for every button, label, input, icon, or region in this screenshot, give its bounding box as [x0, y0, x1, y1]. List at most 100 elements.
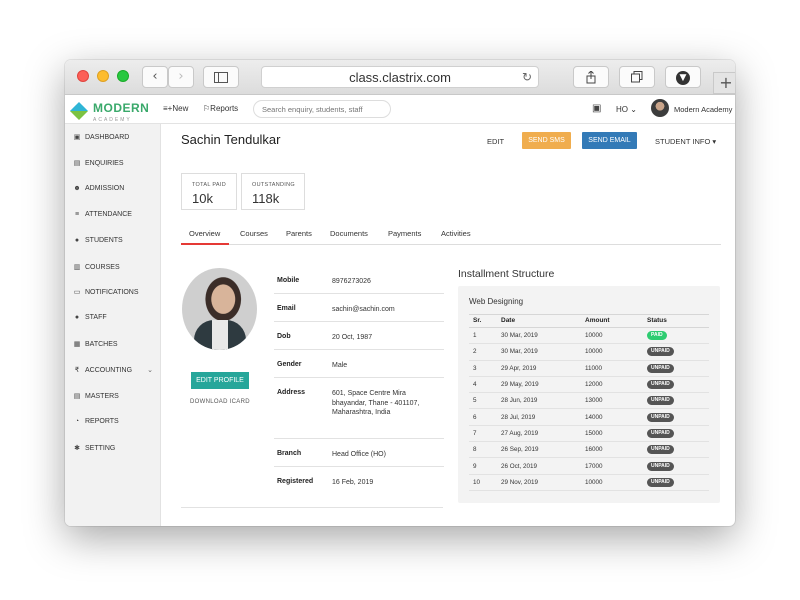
tab-courses[interactable]: Courses — [240, 229, 268, 238]
cell-date: 29 Apr, 2019 — [497, 360, 581, 377]
tab-overview[interactable]: Overview — [189, 229, 220, 238]
cell-status: UNPAID — [643, 474, 709, 491]
edit-button[interactable]: EDIT — [487, 137, 504, 146]
status-badge: UNPAID — [647, 380, 674, 390]
sidebar-item-batches[interactable]: ▦ BATCHES — [73, 340, 157, 349]
outstanding-card: OUTSTANDING 118k — [241, 173, 305, 210]
sidebar-item-admission[interactable]: ☻ ADMISSION — [73, 185, 157, 192]
sidebar-item-label: COURSES — [85, 263, 120, 271]
logo-subtext: ACADEMY — [93, 117, 132, 123]
chevron-down-icon: ⌄ — [630, 105, 637, 114]
table-row: 4 29 May, 2019 12000 UNPAID — [469, 376, 709, 394]
detail-label: Address — [277, 389, 306, 396]
sidebar-item-label: ENQUIRIES — [85, 159, 124, 167]
outstanding-value: 118k — [252, 191, 280, 206]
cell-sr: 3 — [469, 360, 497, 377]
cell-status: UNPAID — [643, 376, 709, 394]
sidebar-item-notifications[interactable]: ▭ NOTIFICATIONS — [73, 288, 157, 297]
cell-amount: 10000 — [581, 343, 643, 361]
edit-profile-button[interactable]: EDIT PROFILE — [191, 372, 249, 389]
maximize-window-button[interactable] — [117, 70, 129, 82]
column-header: Sr. — [469, 314, 497, 328]
cell-amount: 16000 — [581, 441, 643, 459]
branch-selector[interactable]: HO ⌄ — [616, 105, 637, 114]
installment-panel: Web Designing Sr. Date Amount Status 1 30… — [458, 286, 720, 503]
cell-date: 30 Mar, 2019 — [497, 343, 581, 361]
sidebar-item-setting[interactable]: ✱ SETTING — [73, 444, 157, 453]
sidebar-item-students[interactable]: ● STUDENTS — [73, 237, 157, 244]
sidebar-item-courses[interactable]: ▥ COURSES — [73, 263, 157, 272]
detail-label: Branch — [277, 450, 302, 457]
detail-label: Mobile — [277, 277, 300, 284]
sidebar-item-staff[interactable]: ● STAFF — [73, 314, 157, 321]
sidebar-item-enquiries[interactable]: ▤ ENQUIRIES — [73, 159, 157, 168]
student-info-dropdown[interactable]: STUDENT INFO ▾ — [655, 137, 716, 146]
new-menu[interactable]: ≡+New — [163, 104, 188, 113]
sidebar-item-reports[interactable]: ◔ REPORTS — [73, 418, 157, 425]
download-icard-link[interactable]: DOWNLOAD ICARD — [190, 399, 250, 405]
cell-amount: 14000 — [581, 408, 643, 426]
installment-rows: 1 30 Mar, 2019 10000 PAID 2 30 Mar, 2019 10000… — [469, 327, 709, 491]
sidebar-item-label: MASTERS — [85, 392, 119, 400]
cell-date: 28 Jun, 2019 — [497, 392, 581, 410]
dashboard-icon: ▣ — [73, 134, 81, 141]
calendar-icon[interactable]: ▣ — [592, 103, 601, 114]
tab-activities[interactable]: Activities — [441, 229, 471, 238]
cell-amount: 10000 — [581, 474, 643, 491]
tab-payments[interactable]: Payments — [388, 229, 421, 238]
sidebar-item-label: REPORTS — [85, 418, 119, 425]
detail-value: Male — [332, 362, 348, 369]
avatar[interactable] — [651, 99, 669, 117]
cell-amount: 13000 — [581, 392, 643, 410]
sidebar-toggle-button[interactable] — [203, 66, 239, 88]
sidebar-item-accounting[interactable]: ₹ ACCOUNTING ⌄ — [73, 366, 157, 375]
book-icon: ▥ — [73, 264, 81, 271]
branch-label: HO — [616, 105, 628, 114]
plus-list-icon: ≡+ — [163, 104, 173, 113]
status-badge: UNPAID — [647, 363, 674, 373]
downloads-button[interactable]: ▼ — [665, 66, 701, 88]
sidebar-item-dashboard[interactable]: ▣ DASHBOARD — [73, 133, 157, 142]
address-bar[interactable]: class.clastrix.com ↻ — [261, 66, 539, 88]
detail-row-email: Email sachin@sachin.com — [274, 294, 444, 322]
outstanding-label: OUTSTANDING — [252, 182, 295, 188]
sidebar-item-masters[interactable]: ▤ MASTERS — [73, 392, 157, 401]
share-button[interactable] — [573, 66, 609, 88]
close-window-button[interactable] — [77, 70, 89, 82]
total-paid-label: TOTAL PAID — [192, 182, 226, 188]
table-header-row: Sr. Date Amount Status — [469, 314, 709, 328]
column-header: Date — [497, 314, 581, 328]
sidebar-item-label: ACCOUNTING — [85, 366, 133, 374]
tab-parents[interactable]: Parents — [286, 229, 312, 238]
logo[interactable]: MODERN ACADEMY — [69, 99, 150, 123]
logo-text: MODERN — [93, 101, 150, 115]
cell-status: PAID — [643, 327, 709, 345]
users-icon: ☻ — [73, 185, 81, 192]
org-name[interactable]: Modern Academy — [674, 105, 732, 114]
search-input[interactable] — [253, 100, 391, 118]
document-icon: ▤ — [73, 160, 81, 167]
tabs-overview-button[interactable] — [619, 66, 655, 88]
cell-status: UNPAID — [643, 408, 709, 426]
column-header: Status — [643, 314, 709, 328]
sidebar-item-attendance[interactable]: ≡ ATTENDANCE — [73, 211, 157, 218]
send-sms-button[interactable]: SEND SMS — [522, 132, 571, 149]
status-badge: PAID — [647, 331, 667, 341]
reload-icon[interactable]: ↻ — [522, 67, 532, 88]
new-tab-button[interactable]: + — [713, 72, 735, 94]
detail-value: Head Office (HO) — [332, 451, 386, 458]
cell-amount: 10000 — [581, 327, 643, 345]
browser-toolbar: ‹ › class.clastrix.com ↻ ▼ + — [65, 60, 735, 95]
send-email-button[interactable]: SEND EMAIL — [582, 132, 637, 149]
forward-button[interactable]: › — [168, 66, 194, 88]
detail-value: 20 Oct, 1987 — [332, 334, 373, 341]
cell-status: UNPAID — [643, 360, 709, 377]
minimize-window-button[interactable] — [97, 70, 109, 82]
cell-date: 27 Aug, 2019 — [497, 425, 581, 443]
user-check-icon: ≡ — [74, 211, 80, 218]
cell-date: 26 Sep, 2019 — [497, 441, 581, 459]
sidebar-item-label: SETTING — [85, 444, 116, 452]
back-button[interactable]: ‹ — [142, 66, 168, 88]
reports-menu[interactable]: ⚐Reports — [203, 104, 238, 113]
tab-documents[interactable]: Documents — [330, 229, 368, 238]
